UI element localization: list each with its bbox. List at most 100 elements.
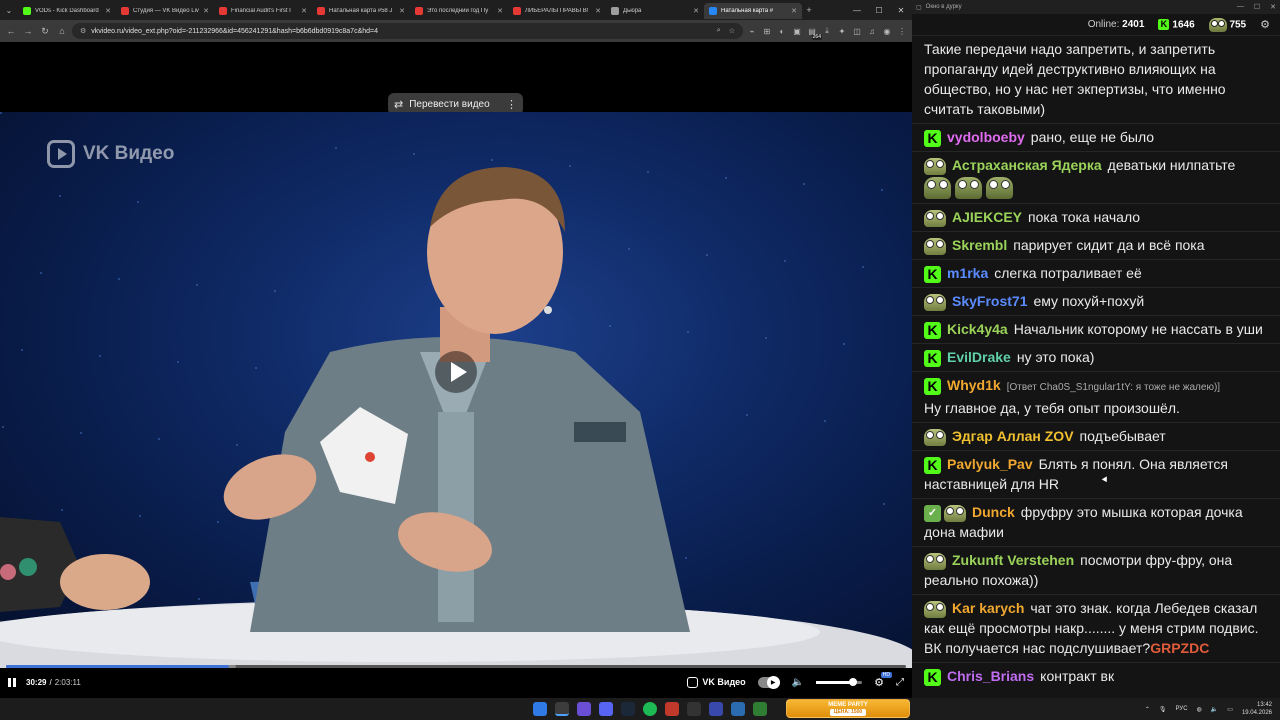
battery-icon[interactable]: ▭ [1227,706,1233,713]
media-icon[interactable]: ♫ [866,27,878,36]
close-window-icon[interactable]: ✕ [890,6,912,15]
reload-icon[interactable]: ↻ [38,26,52,37]
chat-message: Km1rka слегка потраливает её [912,260,1280,288]
browser-tab[interactable]: Натальная карта #58 J ✕ [312,3,410,19]
play-icon[interactable] [435,351,477,393]
extension-icon-1[interactable]: ⌁ [746,27,758,36]
settings-gear-icon[interactable]: ⚙ HD [874,671,892,689]
video-frame[interactable]: VK Видео [0,112,912,668]
video-player[interactable]: ⇄ Перевести видео ⋮ VK Видео 30:29 / 2:0… [0,42,912,698]
volume-icon[interactable]: 🔈 [792,677,804,688]
chat-username[interactable]: Chris_Brians [947,668,1034,684]
maximize-icon[interactable]: ☐ [868,6,890,15]
chat-maximize-icon[interactable]: ☐ [1254,3,1260,11]
chat-username[interactable]: Астраханская Ядерка [952,157,1102,173]
chat-username[interactable]: Skrembl [952,237,1007,253]
browser-tab[interactable]: Студия — VK Видео Liv ✕ [116,3,214,19]
volume-knob[interactable] [848,677,857,686]
tray-chevron-icon[interactable]: ⌃ [1145,706,1150,713]
browser-tab[interactable]: Financial Audit's First I ✕ [214,3,312,19]
tab-search-icon[interactable]: ⌄ [0,0,18,20]
clock[interactable]: 13:42 19.04.2026 [1242,701,1272,717]
tab-bar: ⌄ VODs - Kick Dashboard ✕ Студия — VK Виде… [0,0,912,20]
extension-icon-4[interactable]: ▣ [791,27,803,36]
tab-close-icon[interactable]: ✕ [693,7,699,15]
extension-icon-2[interactable]: ⊞ [761,27,773,36]
chat-message: K Pavlyuk_Pav Блять я понял. Она является … [912,451,1280,499]
chat-username[interactable]: m1rka [947,265,988,281]
vk-video-brand-button[interactable]: VK Видео [687,676,746,688]
extension-icon-3[interactable]: ◐ [776,27,788,36]
start-icon[interactable] [533,702,547,716]
chat-username[interactable]: Zukunft Verstehen [952,552,1074,568]
volume-slider[interactable] [816,677,863,686]
frog-badge-icon [944,504,966,522]
site-info-icon[interactable]: ⚙ [80,27,86,35]
minimize-icon[interactable]: — [846,6,868,15]
frog-icon [1208,17,1227,32]
profile-icon[interactable]: ◉ [881,27,893,36]
progress-bar[interactable] [6,665,906,668]
vk-small-logo-icon [687,676,699,688]
chat-username[interactable]: vydolboeby [947,129,1025,145]
app-icon-8[interactable] [709,702,723,716]
obs-icon[interactable] [687,702,701,716]
chat-username[interactable]: SkyFrost71 [952,293,1027,309]
steam-icon[interactable] [621,702,635,716]
app-icon-6[interactable] [665,702,679,716]
network-icon[interactable]: ◍ [1197,706,1202,713]
browser-tab[interactable]: Натальная карта # ✕ [704,3,802,19]
browser-tab[interactable]: Дьюра ✕ [606,3,704,19]
chat-username[interactable]: Dunck [972,504,1015,520]
pause-icon[interactable] [8,677,16,687]
download-icon[interactable]: ⤓ [821,26,833,36]
tab-close-icon[interactable]: ✕ [399,7,405,15]
chrome-icon[interactable] [555,702,569,716]
extension-badge-icon[interactable]: ▤ 264 [806,27,822,40]
meme-party-widget[interactable]: MEME PARTY ЦЕНА: 1500 [786,699,910,718]
discord-icon[interactable] [599,702,613,716]
tab-close-icon[interactable]: ✕ [105,7,111,15]
chat-close-icon[interactable]: ✕ [1270,3,1276,11]
forward-icon[interactable]: → [21,26,35,36]
chat-settings-icon[interactable]: ⚙ [1260,18,1270,31]
chat-username[interactable]: Whyd1k [947,377,1001,393]
tab-close-icon[interactable]: ✕ [595,7,601,15]
app-icon-2[interactable] [577,702,591,716]
browser-tab[interactable]: VODs - Kick Dashboard ✕ [18,3,116,19]
speaker-icon[interactable]: 🔈 [1211,706,1218,713]
tab-close-icon[interactable]: ✕ [301,7,307,15]
app-icon-9[interactable] [731,702,745,716]
chat-username[interactable]: EvilDrake [947,349,1011,365]
tab-close-icon[interactable]: ✕ [791,7,797,15]
fullscreen-icon[interactable]: ⤢ [896,677,904,688]
time-separator: / [49,677,52,687]
reply-reference[interactable]: [Ответ Cha0S_S1ngular1tY: я тоже не жале… [1007,382,1220,393]
tray-lang[interactable]: РУС [1176,706,1188,712]
spotify-icon[interactable] [643,702,657,716]
chat-username[interactable]: AJIEKCEY [952,209,1022,225]
tab-close-icon[interactable]: ✕ [203,7,209,15]
chat-username[interactable]: Kick4y4a [947,321,1008,337]
new-tab-button[interactable]: + [802,5,816,15]
browser-tab[interactable]: Это последний год Пу ✕ [410,3,508,19]
split-view-icon[interactable]: ◫ [851,27,863,36]
microphone-icon[interactable]: 🎙 [1159,706,1167,713]
home-icon[interactable]: ⌂ [55,26,69,36]
tab-close-icon[interactable]: ✕ [497,7,503,15]
browser-tab[interactable]: ЛИБЕРАЛЫ ПРАВЫ В! ✕ [508,3,606,19]
menu-icon[interactable]: ⋮ [896,27,908,36]
zoom-icon[interactable]: ⌕ [717,27,721,35]
url-field[interactable]: ⚙ vkvideo.ru/video_ext.php?oid=-21123296… [72,23,743,39]
chat-minimize-icon[interactable]: — [1237,3,1244,11]
back-icon[interactable]: ← [4,26,18,36]
chat-message: K Kick4y4a Начальник которому не нассать в… [912,316,1280,344]
app-icon-10[interactable] [753,702,767,716]
chat-username[interactable]: Kar karych [952,600,1024,616]
bookmark-star-icon[interactable]: ☆ [729,27,735,35]
chat-username[interactable]: Pavlyuk_Pav [947,456,1033,472]
chat-username[interactable]: Эдгар Аллан ZOV [952,428,1074,444]
autoplay-toggle[interactable] [757,675,780,689]
more-options-icon[interactable]: ⋮ [506,98,517,111]
extensions-puzzle-icon[interactable]: ✦ [836,27,848,36]
